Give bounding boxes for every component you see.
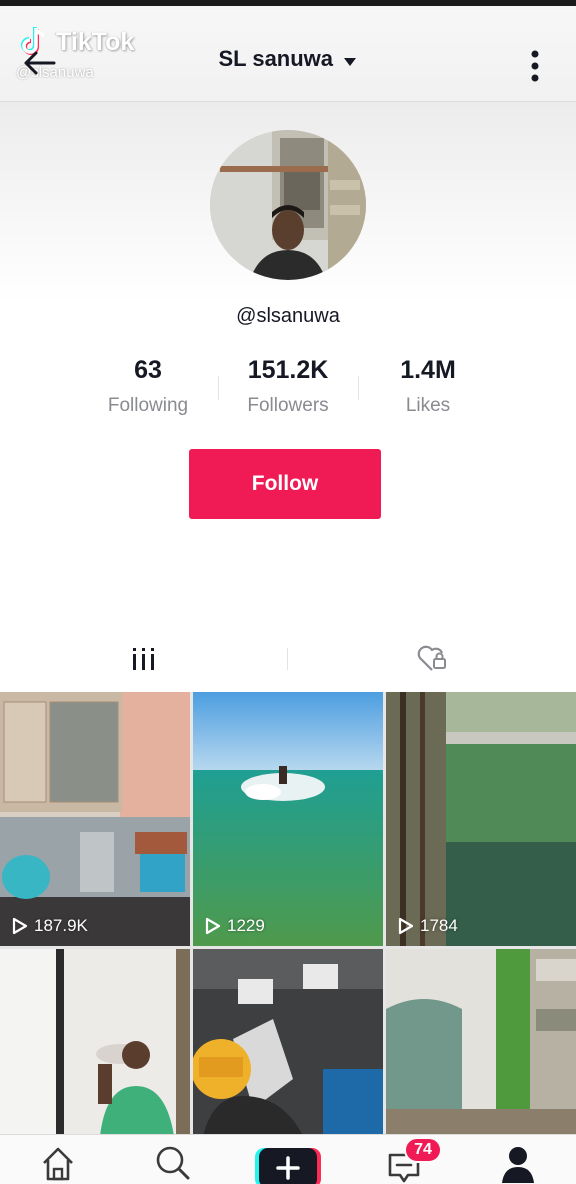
stat-followers-label: Followers [247,395,329,416]
stat-followers-count: 151.2K [247,356,329,384]
profile-icon [502,1147,534,1183]
page-title: SL sanuwa [218,46,334,71]
nav-profile[interactable] [490,1143,546,1184]
profile-handle: @slsanuwa [236,305,340,327]
play-icon [398,917,414,935]
create-video-button[interactable] [255,1148,321,1184]
follow-button[interactable]: Follow [189,449,381,519]
nav-home[interactable] [30,1143,86,1184]
tab-liked-private[interactable] [288,628,576,690]
video-thumbnail-image [0,692,190,946]
play-icon [205,917,221,935]
avatar-photo [210,130,366,280]
stat-following[interactable]: 63 Following [78,356,218,417]
home-icon [43,1147,73,1181]
video-thumbnail[interactable] [0,949,190,1136]
stat-followers[interactable]: 151.2K Followers [218,356,358,417]
play-count: 1229 [205,916,265,936]
avatar[interactable] [210,130,366,280]
video-thumbnail-image [193,692,383,946]
stat-likes-count: 1.4M [400,356,456,384]
tab-videos[interactable] [0,628,288,690]
stat-following-label: Following [107,395,189,416]
video-thumbnail[interactable]: 1784 [386,692,576,946]
search-icon [156,1146,190,1180]
video-thumbnail-image [386,949,576,1136]
heart-lock-icon [417,645,446,671]
stat-likes-label: Likes [405,395,451,416]
video-grid-icon [133,648,154,670]
video-thumbnail[interactable] [193,949,383,1136]
video-grid: 187.9K 1229 1784 [0,692,576,1136]
video-thumbnail-image [386,692,576,946]
profile-tabs [0,628,576,690]
more-vertical-icon [531,50,539,82]
more-options-button[interactable] [520,46,550,86]
video-thumbnail[interactable]: 187.9K [0,692,190,946]
plus-icon [255,1148,321,1184]
play-count-value: 187.9K [34,916,88,935]
stat-following-count: 63 [134,356,162,384]
play-count-value: 1784 [420,916,458,935]
profile-name-switcher[interactable]: SL sanuwa [0,46,576,72]
video-thumbnail[interactable] [386,949,576,1136]
play-count-value: 1229 [227,916,265,935]
play-count: 187.9K [12,916,88,936]
stat-likes[interactable]: 1.4M Likes [358,356,498,417]
play-icon [12,917,28,935]
video-thumbnail-image [0,949,190,1136]
play-count: 1784 [398,916,458,936]
caret-down-icon [344,57,357,66]
profile-stats: 63 Following 151.2K Followers 1.4M Likes [0,356,576,426]
video-thumbnail-image [193,949,383,1136]
inbox-badge: 74 [404,1137,442,1163]
bottom-navigation: 74 [0,1134,576,1184]
top-bar: TikTok @slsanuwa SL sanuwa [0,6,576,102]
nav-discover[interactable] [145,1143,201,1184]
video-thumbnail[interactable]: 1229 [193,692,383,946]
